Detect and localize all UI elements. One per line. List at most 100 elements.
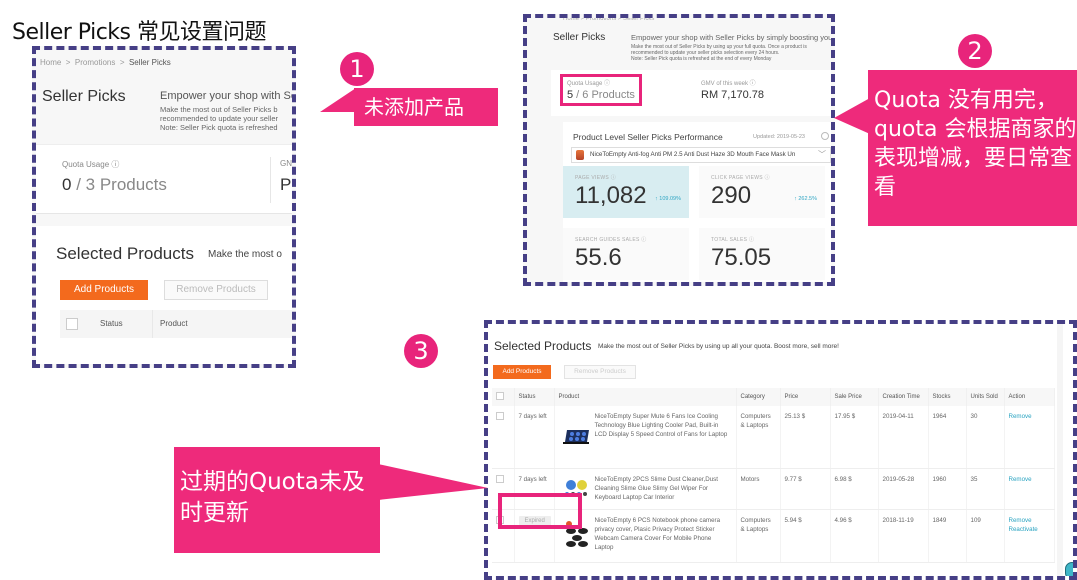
column-status: Status: [514, 388, 555, 406]
column-action: Action: [1004, 388, 1055, 406]
quota-value: 0 / 3 Products: [62, 175, 167, 194]
gmv-value: P: [280, 175, 292, 194]
stocks: 1960: [928, 468, 967, 510]
column-price: Price: [780, 388, 831, 406]
remove-link[interactable]: Remove: [1009, 412, 1050, 421]
price: 25.13 $: [780, 406, 831, 469]
quota-label: Quota Usage ⓘ: [62, 160, 120, 169]
screenshot-panel-quota-performance: Home > Promotions > Seller Picks Seller …: [523, 14, 835, 286]
stocks: 1849: [928, 509, 967, 563]
sale-price: 4.96 $: [830, 509, 879, 563]
breadcrumb: Home > Promotions > Seller Picks: [563, 16, 655, 22]
updated-date: Updated: 2019-05-23: [753, 134, 805, 140]
callout-3: 过期的Quota未及时更新: [174, 447, 380, 553]
column-creation-time: Creation Time: [878, 388, 929, 406]
gmv-value: RM 7,170.78: [701, 89, 764, 101]
quota-value: 5 / 6 Products: [567, 89, 635, 101]
product-name[interactable]: NiceToEmpty 2PCS Slime Dust Cleaner,Dust…: [595, 475, 730, 502]
product-image-cooler-pad: [562, 430, 589, 444]
row-checkbox[interactable]: [496, 412, 504, 420]
breadcrumb-seller-picks: Seller Picks: [128, 58, 171, 67]
metric-page-views[interactable]: PAGE VIEWS ⓘ 11,082 ↑ 109.09%: [563, 166, 689, 218]
breadcrumb-home[interactable]: Home: [40, 58, 61, 67]
column-status: Status: [100, 319, 123, 328]
callout-2: Quota 没有用完，quota 会根据商家的表现增减，要日常查看: [868, 70, 1077, 226]
product-name[interactable]: NiceToEmpty Super Mute 6 Fans Ice Coolin…: [595, 412, 730, 439]
category: Motors: [736, 468, 781, 510]
info-icon[interactable]: [821, 132, 829, 140]
column-sale-price: Sale Price: [830, 388, 879, 406]
metric-search-guides-sales[interactable]: SEARCH GUIDES SALES ⓘ 55.6: [563, 228, 689, 280]
callout-1: 未添加产品: [354, 88, 498, 126]
product-select[interactable]: NiceToEmpty Anti-fog Anti PM 2.5 Anti Du…: [571, 147, 831, 163]
breadcrumb-promotions[interactable]: Promotions: [75, 58, 115, 67]
table-header: Status Product: [60, 310, 292, 338]
select-all-checkbox[interactable]: [496, 392, 504, 400]
step-badge-1: 1: [340, 52, 374, 86]
column-units-sold: Units Sold: [966, 388, 1005, 406]
callout-pointer-3: [378, 464, 488, 500]
performance-card: Product Level Seller Picks Performance U…: [563, 122, 831, 282]
page-heading: Seller Picks: [553, 32, 606, 43]
remove-link[interactable]: Remove: [1009, 516, 1050, 525]
page-title: Seller Picks 常见设置问题: [12, 20, 267, 45]
step-badge-3: 3: [404, 334, 438, 368]
price: 5.94 $: [780, 509, 831, 563]
remove-products-button[interactable]: Remove Products: [564, 365, 636, 379]
price: 9.77 $: [780, 468, 831, 510]
quota-card: Quota Usage ⓘ 0 / 3 Products GN P: [36, 144, 292, 214]
table-header-row: Status Product Category Price Sale Price…: [492, 388, 1055, 406]
add-products-button[interactable]: Add Products: [60, 280, 148, 300]
step-badge-2: 2: [958, 34, 992, 68]
page-heading: Seller Picks: [42, 88, 126, 105]
column-category: Category: [736, 388, 781, 406]
units-sold: 30: [966, 406, 1005, 469]
units-sold: 35: [966, 468, 1005, 510]
column-product: Product: [554, 388, 737, 406]
chevron-down-icon: ﹀: [818, 150, 826, 159]
scrollbar[interactable]: [1057, 324, 1063, 576]
callout-pointer-2: [834, 98, 870, 134]
category: Computers & Laptops: [736, 406, 781, 469]
category: Computers & Laptops: [736, 509, 781, 563]
tagline: Empower your shop with Seller Picks by s…: [631, 33, 835, 42]
status: 7 days left: [514, 406, 555, 469]
divider: [270, 157, 271, 203]
description: Make the most out of Seller Picks b reco…: [160, 105, 278, 132]
gmv-label: GMV of this week ⓘ: [701, 81, 756, 87]
product-thumbnail: [576, 150, 584, 160]
select-all-checkbox[interactable]: [66, 318, 78, 330]
add-products-button[interactable]: Add Products: [493, 365, 551, 379]
column-product: Product: [160, 319, 188, 328]
metric-total-sales[interactable]: TOTAL SALES ⓘ 75.05: [699, 228, 825, 280]
column-stocks: Stocks: [928, 388, 967, 406]
creation-time: 2019-05-28: [878, 468, 929, 510]
sale-price: 17.95 $: [830, 406, 879, 469]
section-title: Selected Products: [56, 244, 194, 263]
sale-price: 6.98 $: [830, 468, 879, 510]
help-icon[interactable]: [1065, 562, 1073, 576]
creation-time: 2018-11-19: [878, 509, 929, 563]
tagline: Empower your shop with Se: [160, 90, 296, 102]
metric-click-page-views[interactable]: CLICK PAGE VIEWS ⓘ 290 ↑ 262.5%: [699, 166, 825, 218]
stocks: 1964: [928, 406, 967, 469]
remove-link[interactable]: Remove: [1009, 475, 1050, 484]
divider: [152, 310, 153, 338]
section-subtitle: Make the most o: [208, 249, 282, 260]
product-name[interactable]: NiceToEmpty 6 PCS Notebook phone camera …: [595, 516, 730, 552]
units-sold: 109: [966, 509, 1005, 563]
performance-title: Product Level Seller Picks Performance: [573, 132, 723, 142]
row-checkbox[interactable]: [496, 475, 504, 483]
quota-card: Quota Usage ⓘ 5 / 6 Products GMV of this…: [551, 70, 831, 116]
selected-products-section: Selected Products Make the most o Add Pr…: [36, 226, 292, 364]
highlight-box: [498, 493, 582, 529]
products-table: Status Product Category Price Sale Price…: [492, 388, 1055, 563]
screenshot-panel-empty-quota: Home > Promotions > Seller Picks Seller …: [32, 46, 296, 368]
gmv-label: GN: [280, 159, 292, 168]
remove-products-button[interactable]: Remove Products: [164, 280, 268, 300]
breadcrumb: Home > Promotions > Seller Picks: [40, 58, 171, 67]
table-row: 7 days left NiceToEmpty Super Mute 6 Fan…: [492, 406, 1055, 469]
reactivate-link[interactable]: Reactivate: [1009, 525, 1050, 534]
quota-label: Quota Usage ⓘ: [567, 81, 611, 87]
section-subtitle: Make the most out of Seller Picks by usi…: [598, 343, 839, 350]
